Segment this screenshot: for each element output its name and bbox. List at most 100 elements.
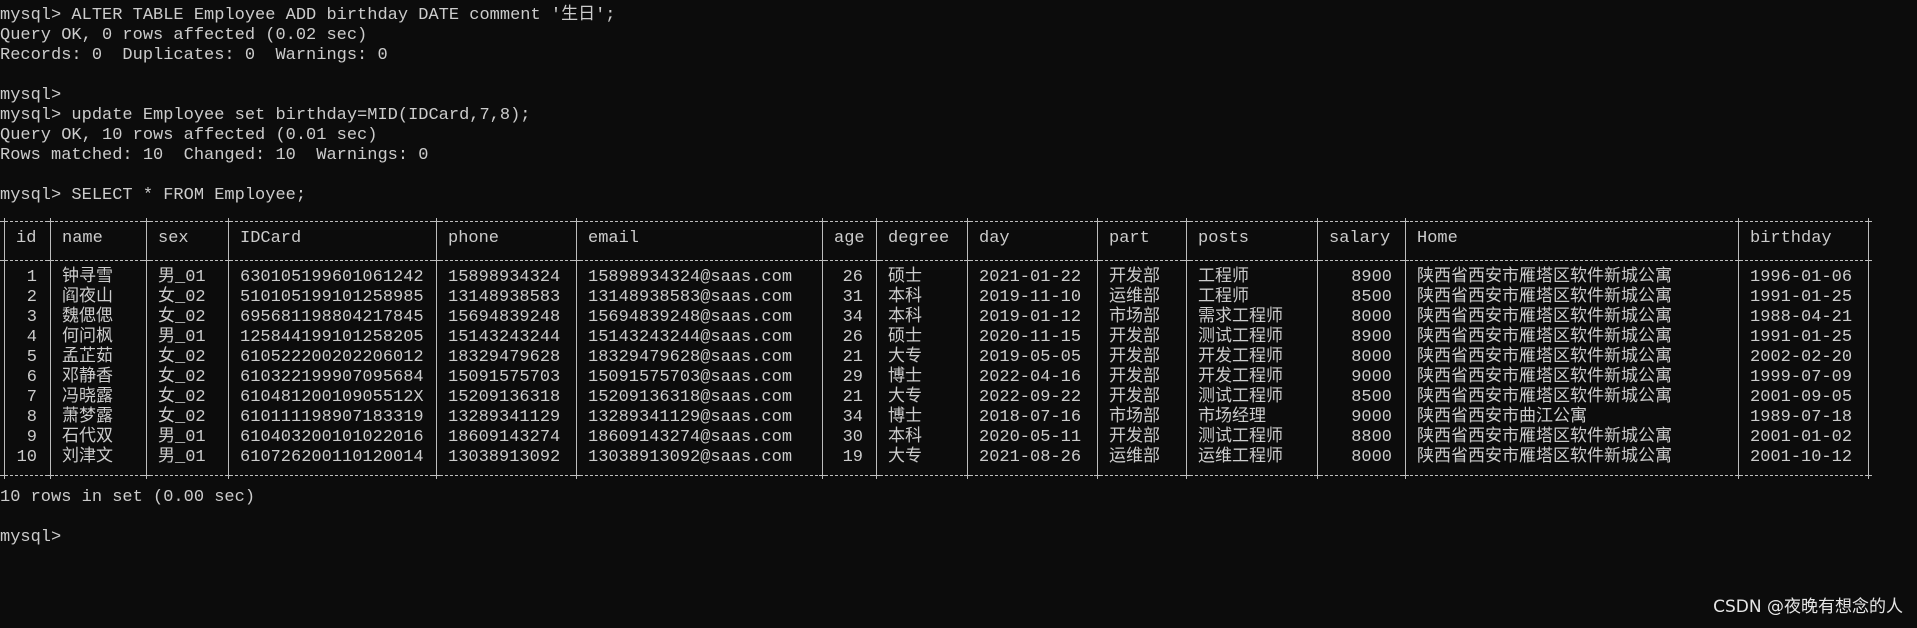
table-junction xyxy=(1094,218,1101,225)
table-cell-home: 陕西省西安市雁塔区软件新城公寓 xyxy=(1417,328,1672,347)
table-junction xyxy=(1094,257,1101,264)
table-cell-name: 阎夜山 xyxy=(62,288,113,307)
column-header-posts: posts xyxy=(1198,229,1250,248)
table-junction xyxy=(1402,257,1409,264)
column-header-part: part xyxy=(1109,229,1150,248)
table-junction xyxy=(225,218,232,225)
table-cell-birthday: 2001-01-02 xyxy=(1750,428,1853,447)
table-cell-birthday: 1989-07-18 xyxy=(1750,408,1853,427)
table-cell-name: 魏偲偲 xyxy=(62,308,113,327)
table-junction xyxy=(433,257,440,264)
table-cell-sex: 女_02 xyxy=(158,368,206,387)
table-cell-home: 陕西省西安市雁塔区软件新城公寓 xyxy=(1417,368,1672,387)
output-rows-in-set: 10 rows in set (0.00 sec) xyxy=(0,488,256,507)
table-cell-phone: 15898934324 xyxy=(448,268,561,287)
table-cell-posts: 工程师 xyxy=(1198,268,1249,287)
table-cell-id: 1 xyxy=(26,268,37,287)
table-cell-idcard: 610322199907095684 xyxy=(240,368,424,387)
table-cell-age: 34 xyxy=(842,308,863,327)
table-junction xyxy=(1314,218,1321,225)
table-cell-id: 8 xyxy=(26,408,37,427)
table-cell-salary: 8000 xyxy=(1351,348,1392,367)
column-header-home: Home xyxy=(1417,229,1458,248)
table-cell-phone: 13289341129 xyxy=(448,408,561,427)
table-cell-sex: 男_01 xyxy=(158,328,206,347)
table-cell-age: 21 xyxy=(842,388,863,407)
table-cell-id: 3 xyxy=(26,308,37,327)
table-cell-posts: 测试工程师 xyxy=(1198,328,1283,347)
table-junction xyxy=(1402,218,1409,225)
table-junction xyxy=(433,472,440,479)
table-junction xyxy=(1735,218,1742,225)
table-cell-idcard: 510105199101258985 xyxy=(240,288,424,307)
table-cell-age: 26 xyxy=(842,328,863,347)
table-cell-day: 2019-01-12 xyxy=(979,308,1082,327)
table-cell-salary: 9000 xyxy=(1351,368,1392,387)
table-junction xyxy=(1,257,8,264)
table-junction xyxy=(964,218,971,225)
table-cell-email: 13038913092@saas.com xyxy=(588,448,793,467)
table-cell-birthday: 2002-02-20 xyxy=(1750,348,1853,367)
table-cell-day: 2021-08-26 xyxy=(979,448,1082,467)
table-cell-name: 萧梦露 xyxy=(62,408,113,427)
table-cell-sex: 男_01 xyxy=(158,428,206,447)
table-separator xyxy=(0,221,1868,222)
table-cell-home: 陕西省西安市雁塔区软件新城公寓 xyxy=(1417,388,1672,407)
table-cell-home: 陕西省西安市雁塔区软件新城公寓 xyxy=(1417,448,1672,467)
table-junction xyxy=(573,257,580,264)
column-header-phone: phone xyxy=(448,229,500,248)
watermark: CSDN @夜晚有想念的人 xyxy=(1713,597,1903,617)
table-cell-name: 石代双 xyxy=(62,428,113,447)
table-cell-name: 何问枫 xyxy=(62,328,113,347)
table-cell-salary: 8500 xyxy=(1351,288,1392,307)
table-cell-part: 开发部 xyxy=(1109,328,1160,347)
table-cell-idcard: 695681198804217845 xyxy=(240,308,424,327)
table-junction xyxy=(1314,257,1321,264)
table-cell-degree: 本科 xyxy=(888,288,922,307)
table-cell-home: 陕西省西安市雁塔区软件新城公寓 xyxy=(1417,348,1672,367)
column-header-birthday: birthday xyxy=(1750,229,1832,248)
table-cell-name: 冯晓露 xyxy=(62,388,113,407)
table-cell-phone: 13038913092 xyxy=(448,448,561,467)
table-junction xyxy=(573,218,580,225)
table-cell-phone: 18329479628 xyxy=(448,348,561,367)
table-cell-degree: 硕士 xyxy=(888,328,922,347)
table-cell-posts: 运维工程师 xyxy=(1198,448,1283,467)
column-header-age: age xyxy=(834,229,865,248)
table-cell-id: 10 xyxy=(16,448,37,467)
table-cell-home: 陕西省西安市雁塔区软件新城公寓 xyxy=(1417,428,1672,447)
table-junction xyxy=(47,472,54,479)
table-cell-id: 2 xyxy=(26,288,37,307)
table-cell-birthday: 2001-10-12 xyxy=(1750,448,1853,467)
table-cell-posts: 开发工程师 xyxy=(1198,348,1283,367)
table-junction xyxy=(1094,472,1101,479)
table-cell-home: 陕西省西安市雁塔区软件新城公寓 xyxy=(1417,268,1672,287)
output-records: Records: 0 Duplicates: 0 Warnings: 0 xyxy=(0,46,388,65)
table-cell-idcard: 610111198907183319 xyxy=(240,408,424,427)
table-cell-day: 2019-05-05 xyxy=(979,348,1082,367)
column-header-sex: sex xyxy=(158,229,189,248)
table-cell-birthday: 1999-07-09 xyxy=(1750,368,1853,387)
table-cell-birthday: 1996-01-06 xyxy=(1750,268,1853,287)
table-cell-salary: 8000 xyxy=(1351,448,1392,467)
table-cell-day: 2022-04-16 xyxy=(979,368,1082,387)
table-junction xyxy=(819,218,826,225)
command-select: mysql> SELECT * FROM Employee; xyxy=(0,186,307,205)
output-query-ok: Query OK, 10 rows affected (0.01 sec) xyxy=(0,126,378,145)
table-junction xyxy=(1183,218,1190,225)
table-cell-posts: 测试工程师 xyxy=(1198,388,1283,407)
table-cell-idcard: 61048120010905512X xyxy=(240,388,424,407)
table-cell-email: 15898934324@saas.com xyxy=(588,268,793,287)
table-cell-age: 21 xyxy=(842,348,863,367)
table-cell-phone: 15694839248 xyxy=(448,308,561,327)
table-cell-part: 开发部 xyxy=(1109,348,1160,367)
table-cell-sex: 男_01 xyxy=(158,448,206,467)
command-prompt[interactable]: mysql> xyxy=(0,528,61,548)
table-cell-degree: 博士 xyxy=(888,408,922,427)
table-junction xyxy=(1865,472,1872,479)
table-junction xyxy=(1735,257,1742,264)
table-cell-sex: 女_02 xyxy=(158,388,206,407)
terminal-window[interactable]: mysql> ALTER TABLE Employee ADD birthday… xyxy=(0,0,1917,628)
table-cell-age: 34 xyxy=(842,408,863,427)
table-cell-age: 31 xyxy=(842,288,863,307)
